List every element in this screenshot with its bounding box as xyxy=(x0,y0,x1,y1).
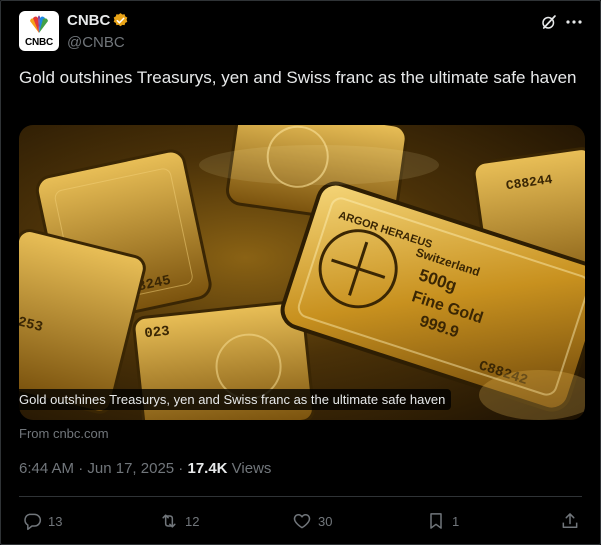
views-count: 17.4K xyxy=(187,460,228,477)
views-label: Views xyxy=(227,460,272,477)
post-meta: 6:44 AM · Jun 17, 2025 · 17.4K Views xyxy=(19,460,271,477)
share-button[interactable] xyxy=(560,510,586,532)
bar-serial-center-left: 023 xyxy=(144,324,171,343)
reply-button[interactable]: 13 xyxy=(22,510,62,532)
reply-icon xyxy=(24,513,42,531)
bookmark-count: 1 xyxy=(452,513,460,529)
author-name[interactable]: CNBC xyxy=(67,12,110,29)
repost-button[interactable]: 12 xyxy=(159,510,199,532)
meta-separator: · xyxy=(74,460,88,477)
repost-icon xyxy=(162,514,176,528)
more-icon[interactable] xyxy=(566,20,582,24)
post-text: Gold outshines Treasurys, yen and Swiss … xyxy=(19,68,577,87)
divider xyxy=(19,496,582,497)
author-handle[interactable]: @CNBC xyxy=(67,34,125,51)
meta-separator: · xyxy=(174,460,188,477)
bookmark-button[interactable]: 1 xyxy=(426,510,459,532)
gold-bars-image: 88245 C88244 253 023 ARGOR HERAEUS Switz… xyxy=(19,125,585,420)
like-button[interactable]: 30 xyxy=(292,510,332,532)
like-count: 30 xyxy=(318,513,333,529)
peacock-logo-icon xyxy=(30,15,48,33)
link-card-image[interactable]: 88245 C88244 253 023 ARGOR HERAEUS Switz… xyxy=(19,125,585,420)
avatar[interactable]: CNBC xyxy=(19,11,59,51)
verified-icon xyxy=(113,13,128,27)
repost-count: 12 xyxy=(185,513,200,529)
avatar-logo-text: CNBC xyxy=(24,37,54,48)
post-date[interactable]: Jun 17, 2025 xyxy=(87,460,174,477)
grok-icon[interactable] xyxy=(540,13,558,31)
share-icon xyxy=(562,513,578,528)
card-caption[interactable]: Gold outshines Treasurys, yen and Swiss … xyxy=(13,389,452,410)
bookmark-icon xyxy=(430,513,442,529)
like-icon xyxy=(293,514,311,529)
link-source[interactable]: From cnbc.com xyxy=(19,426,109,441)
post-time[interactable]: 6:44 AM xyxy=(19,460,74,477)
reply-count: 13 xyxy=(48,513,63,529)
